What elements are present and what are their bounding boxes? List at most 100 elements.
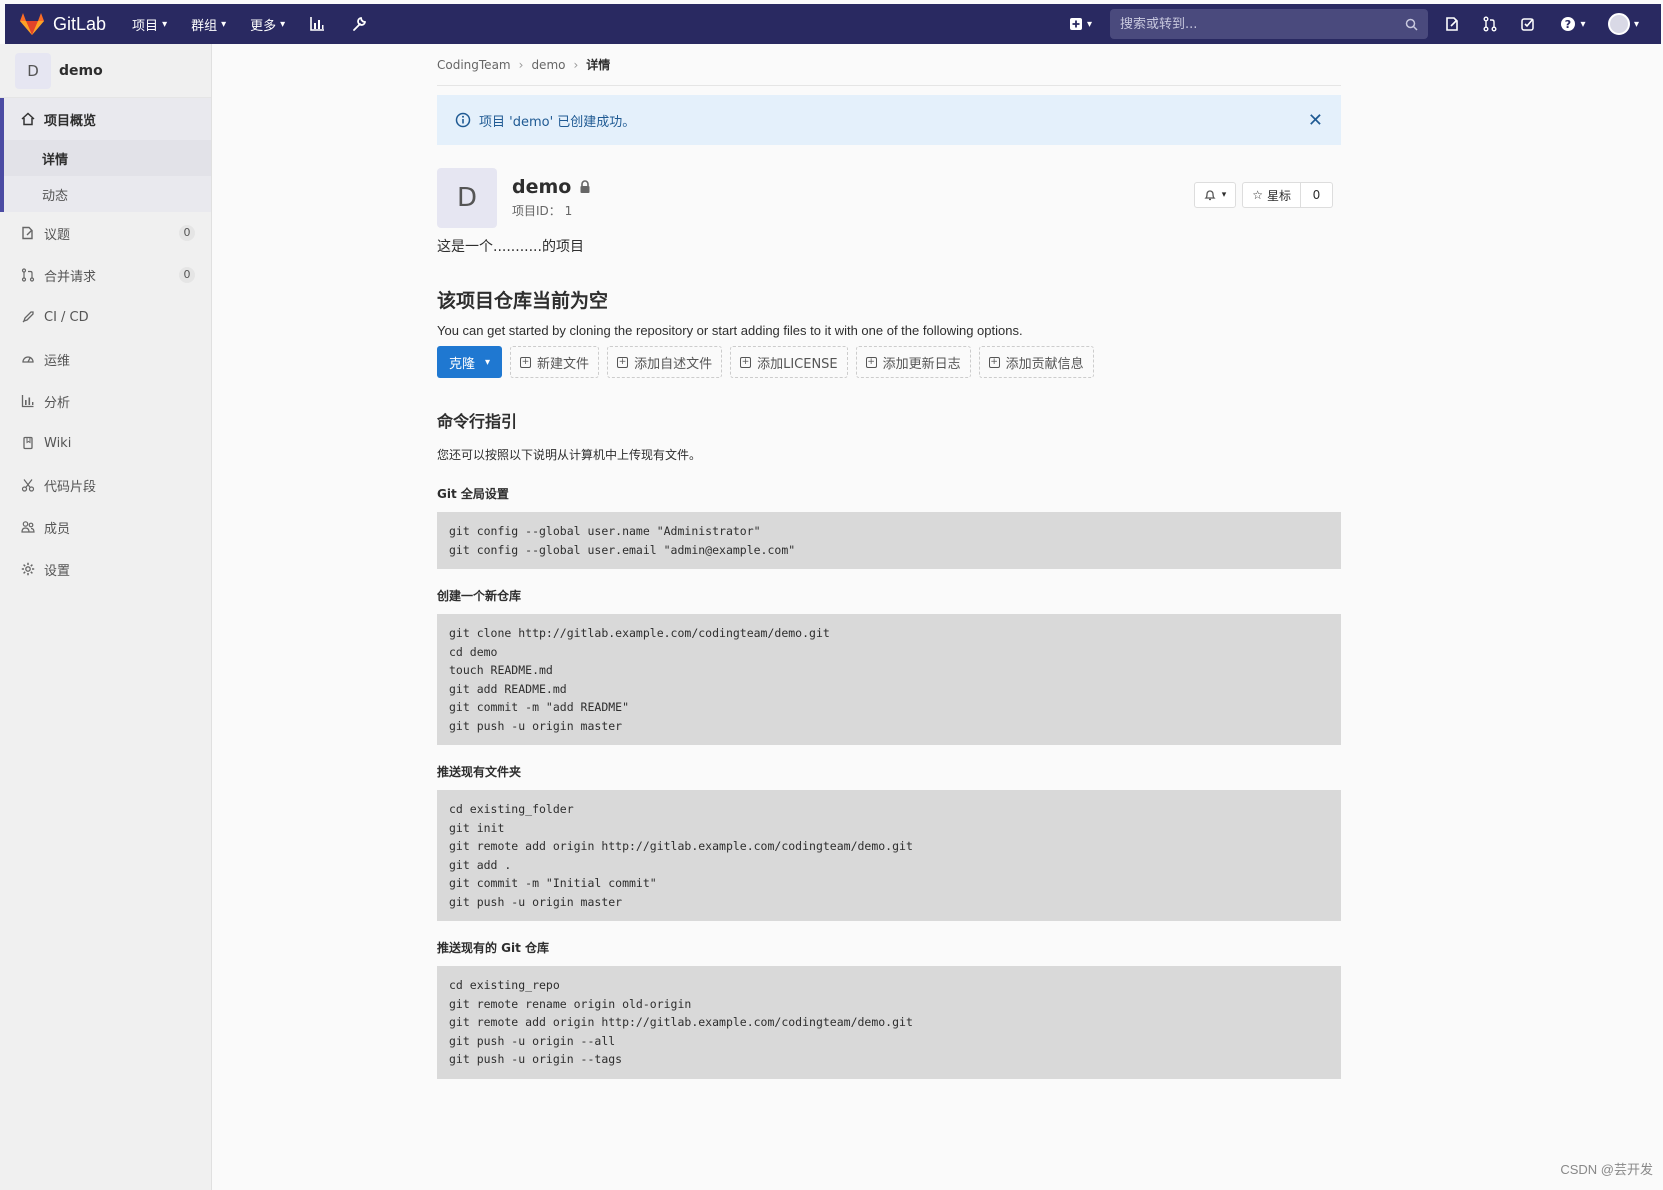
plus-square-icon: + [520,356,532,368]
watermark: CSDN @芸开发 [1560,1162,1653,1177]
add-license-button[interactable]: + 添加LICENSE [730,346,848,378]
chevron-right-icon: › [573,57,579,72]
lock-icon [580,180,590,193]
sidebar-item-settings[interactable]: 设置 [0,548,211,590]
issues-count-badge: 0 [179,225,195,241]
chart-icon [20,393,36,409]
sidebar-overview-group: 项目概览 详情 动态 [0,98,211,212]
search-icon [1405,18,1418,31]
merge-requests-icon[interactable] [1480,14,1500,34]
sidebar-subitem-activity[interactable]: 动态 [4,176,211,212]
star-button[interactable]: ☆ 星标 [1242,182,1301,208]
project-title: demo [512,176,572,198]
project-avatar: D [15,52,51,89]
sidebar-item-ci-cd[interactable]: CI / CD [0,296,211,338]
bell-icon [1204,190,1216,201]
create-repo-title: 创建一个新仓库 [437,589,522,603]
push-existing-repo-title: 推送现有的 Git 仓库 [437,941,550,955]
plus-square-icon: + [740,356,752,368]
nav-more-label: 更多 [250,18,277,34]
add-contributing-label: 添加贡献信息 [1005,356,1084,372]
add-readme-button[interactable]: + 添加自述文件 [607,346,723,378]
git-global-setup-title: Git 全局设置 [437,487,509,501]
sidebar-item-snippets[interactable]: 代码片段 [0,464,211,506]
breadcrumb-current[interactable]: 详情 [586,56,610,73]
add-contributing-button[interactable]: + 添加贡献信息 [978,346,1094,378]
git-global-setup-code: git config --global user.name "Administr… [437,512,1341,569]
issues-icon [20,225,36,241]
chevron-down-icon: ▾ [485,356,491,368]
sidebar-item-analytics[interactable]: 分析 [0,380,211,422]
merge-request-icon [20,267,36,283]
gear-icon [20,561,36,577]
main-content: CodingTeam › demo › 详情 项目 'demo' 已创建成功。 … [437,44,1341,1079]
chevron-down-icon: ▾ [1633,18,1639,30]
sidebar-item-merge-requests[interactable]: 合并请求 0 [0,254,211,296]
nav-groups[interactable]: 群组 ▾ [191,15,226,34]
empty-repo-description: You can get started by cloning the repos… [437,323,1023,338]
star-count[interactable]: 0 [1301,182,1333,208]
breadcrumb: CodingTeam › demo › 详情 [437,44,1341,86]
help-dropdown[interactable]: ? ▾ [1556,14,1590,34]
create-repo-code: git clone http://gitlab.example.com/codi… [437,614,1341,745]
sidebar-item-label: 分析 [44,395,71,411]
search-input[interactable] [1119,16,1405,32]
chevron-down-icon: ▾ [221,18,227,30]
chart-icon[interactable] [309,15,327,33]
notification-dropdown[interactable]: ▾ [1193,182,1237,208]
user-avatar [1607,13,1630,35]
chevron-down-icon: ▾ [162,18,168,30]
project-id: 项目ID： 1 [512,204,573,218]
add-changelog-label: 添加更新日志 [882,356,961,372]
wrench-icon[interactable] [351,15,369,33]
new-file-button[interactable]: + 新建文件 [510,346,600,378]
svg-text:?: ? [1565,18,1571,31]
sidebar-item-label: CI / CD [44,309,89,325]
project-avatar-large: D [437,168,497,228]
gitlab-brand[interactable]: GitLab [19,12,106,36]
push-folder-title: 推送现有文件夹 [437,765,522,779]
chevron-right-icon: › [518,57,524,72]
scissors-icon [20,477,36,493]
push-existing-repo-code: cd existing_repo git remote rename origi… [437,966,1341,1079]
user-menu[interactable]: ▾ [1607,13,1639,35]
sidebar-project-header[interactable]: D demo [0,44,211,98]
brand-name: GitLab [53,13,107,34]
nav-projects-label: 项目 [132,18,159,34]
sidebar-item-label: 设置 [44,563,71,579]
new-file-label: 新建文件 [537,356,590,372]
todo-icon[interactable] [1518,14,1538,34]
sidebar-item-issues[interactable]: 议题 0 [0,212,211,254]
new-dropdown[interactable]: ▾ [1069,17,1092,31]
top-navbar: GitLab 项目▾ 群组▾ 更多▾ ▾ ? ▾ ▾ [5,4,1661,44]
close-icon[interactable]: ✕ [1308,110,1323,131]
search-box[interactable] [1109,9,1428,39]
issues-icon[interactable] [1442,14,1462,34]
sidebar-item-label: 项目概览 [44,113,97,129]
project-sidebar: D demo 项目概览 详情 动态 议题 0 合并请求 0 CI / CD 运维 [0,44,212,1190]
nav-more[interactable]: 更多 ▾ [250,15,285,34]
sidebar-item-wiki[interactable]: Wiki [0,422,211,464]
flash-message: 项目 'demo' 已创建成功。 [479,114,636,130]
breadcrumb-group-link[interactable]: CodingTeam [437,58,511,72]
sidebar-item-operations[interactable]: 运维 [0,338,211,380]
breadcrumb-project-link[interactable]: demo [531,58,565,72]
plus-square-icon: + [865,356,877,368]
empty-repo-title: 该项目仓库当前为空 [437,290,609,312]
star-label: 星标 [1266,188,1291,203]
clone-button[interactable]: 克隆 ▾ [437,346,503,378]
plus-square-icon [1069,18,1082,30]
sidebar-item-members[interactable]: 成员 [0,506,211,548]
add-readme-label: 添加自述文件 [634,356,713,372]
sidebar-subitem-details[interactable]: 详情 [4,140,211,176]
empty-repo-actions: 克隆 ▾ + 新建文件 + 添加自述文件 + 添加LICENSE + 添加更新日志 + 添… [437,346,1341,378]
sidebar-item-label: 代码片段 [44,479,97,495]
nav-projects[interactable]: 项目 ▾ [132,15,167,34]
plus-square-icon: + [617,356,629,368]
sidebar-project-name: demo [59,62,103,79]
nav-groups-label: 群组 [191,18,218,34]
project-description: 这是一个...........的项目 [437,239,584,255]
add-changelog-button[interactable]: + 添加更新日志 [855,346,971,378]
cloud-gauge-icon [20,351,36,367]
sidebar-item-overview[interactable]: 项目概览 [4,98,211,140]
